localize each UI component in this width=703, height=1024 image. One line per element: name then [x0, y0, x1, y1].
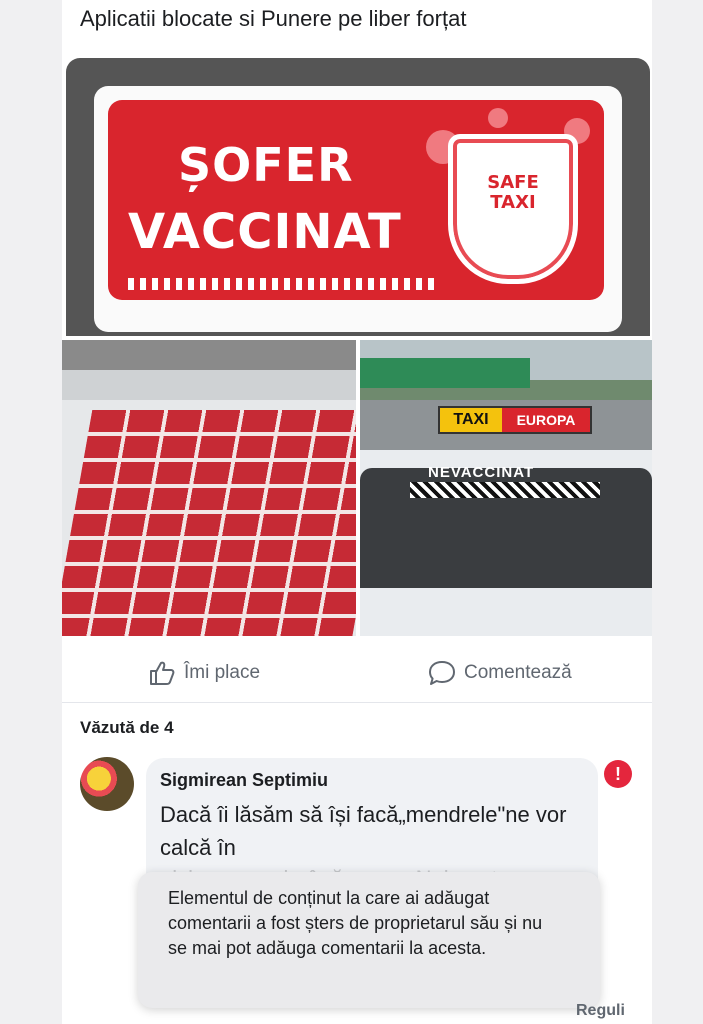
photo-stickers[interactable] [62, 340, 356, 636]
error-icon[interactable]: ! [604, 760, 632, 788]
avatar[interactable] [80, 757, 134, 811]
banner-line2: VACCINAT [128, 204, 402, 260]
seen-by: Văzută de 4 [80, 718, 174, 737]
window-sticker-text: NEVACCINAT [428, 464, 535, 481]
window-checker-strip [410, 482, 600, 498]
rules-link[interactable]: Reguli [576, 1002, 625, 1020]
post-text: Aplicatii blocate si Punere pe liber for… [80, 6, 467, 31]
error-toast: Elementul de conținut la care ai adăugat… [138, 872, 600, 1008]
post-image-banner[interactable]: ȘOFER VACCINAT SAFE TAXI [66, 58, 650, 336]
banner-line1: ȘOFER [178, 138, 354, 192]
banner-frame: ȘOFER VACCINAT SAFE TAXI [94, 86, 622, 332]
taxi-sign-left: TAXI [440, 408, 502, 432]
badge-line1: SAFE [487, 172, 539, 193]
like-label: Îmi place [184, 662, 261, 683]
comment-author[interactable]: Sigmirean Septimiu [160, 770, 328, 791]
shield-badge: SAFE TAXI [448, 134, 578, 284]
photo-taxi[interactable]: TAXI EUROPA NEVACCINAT [360, 340, 652, 636]
tram [360, 358, 530, 388]
post-actions: Îmi place Comentează [62, 642, 652, 703]
badge-line2: TAXI [490, 192, 536, 213]
virus-icon [488, 108, 508, 128]
thumbs-up-icon [150, 661, 175, 685]
taxi-roof-sign: TAXI EUROPA [438, 406, 592, 434]
taxi-sign-right: EUROPA [502, 408, 590, 432]
comment-icon [429, 661, 455, 685]
comment-label: Comentează [464, 662, 572, 683]
shield-text: SAFE TAXI [463, 173, 563, 213]
sticker-sheet [62, 410, 356, 636]
toast-message: Elementul de conținut la care ai adăugat… [168, 888, 543, 958]
like-button[interactable]: Îmi place [148, 660, 260, 686]
comment-button[interactable]: Comentează [428, 660, 572, 686]
post-card: Aplicatii blocate si Punere pe liber for… [62, 0, 652, 1024]
checker-strip [128, 278, 438, 290]
comment-text: Dacă îi lăsăm să își facă„mendrele"ne vo… [160, 802, 567, 860]
banner-sign: ȘOFER VACCINAT SAFE TAXI [108, 100, 604, 300]
